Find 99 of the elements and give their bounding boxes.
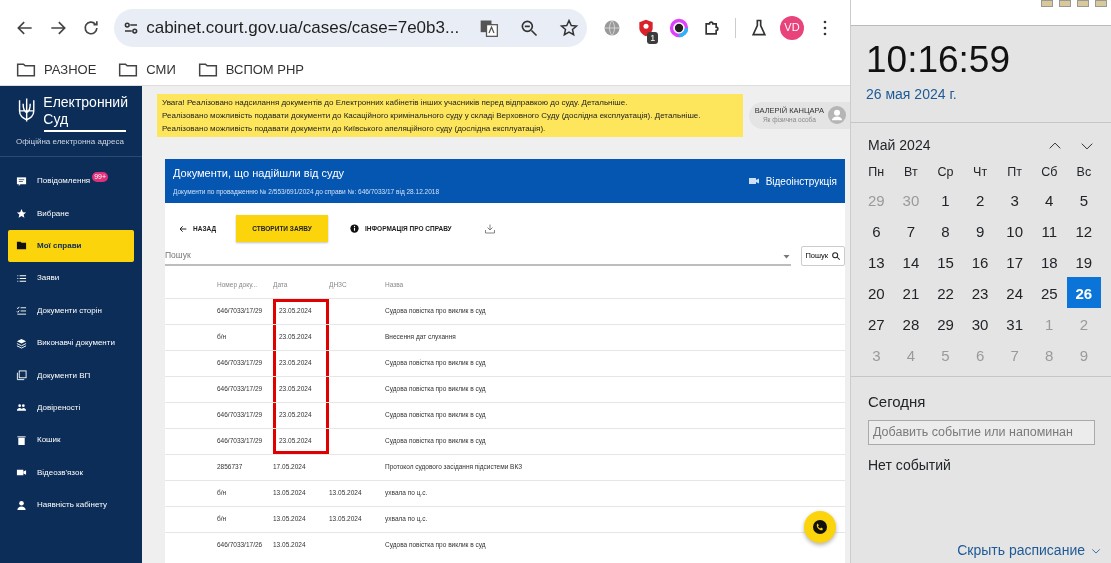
star-icon: [16, 208, 27, 220]
calendar-day[interactable]: 16: [962, 246, 998, 277]
download-button[interactable]: [483, 222, 496, 235]
calendar-day[interactable]: 1: [928, 184, 963, 215]
calendar-day[interactable]: 12: [1066, 215, 1102, 246]
weekday-label: Вс: [1075, 164, 1093, 181]
calendar-day[interactable]: 7: [893, 215, 929, 246]
star-icon: [559, 17, 580, 38]
clock-time: 10:16:59: [865, 38, 1012, 80]
url-text: cabinet.court.gov.ua/cases/case=7e0b3...: [146, 16, 460, 39]
calendar-day[interactable]: 5: [1066, 184, 1102, 215]
folder-icon: [16, 240, 27, 252]
sidebar-item[interactable]: Заяви: [8, 262, 134, 295]
sidebar-item[interactable]: Довіреності: [8, 391, 134, 425]
bookmark-folder[interactable]: ВСПОМ PHP: [197, 60, 305, 80]
notice-text: Увага! Реалізовано надсилання документів до Електронних кабінетів інших учасників перед відправкою до суду. Детальніше.: [162, 97, 629, 109]
sidebar-item[interactable]: Виконавчі документи: [8, 326, 134, 360]
calendar-day[interactable]: 26: [1066, 277, 1102, 308]
copy-icon: [16, 370, 27, 382]
weekday-label: Сб: [1040, 164, 1059, 181]
calendar-day[interactable]: 13: [859, 246, 894, 277]
weekday-label: Вт: [903, 164, 919, 181]
person-icon: [16, 499, 27, 511]
calendar-day[interactable]: 17: [997, 246, 1032, 277]
details-link[interactable]: Детальніше.: [581, 98, 628, 107]
profile-avatar: VD: [779, 15, 804, 40]
calendar-day[interactable]: 30: [962, 308, 998, 339]
calendar-day[interactable]: 6: [859, 215, 894, 246]
sidebar-item[interactable]: Мої справи: [8, 229, 134, 263]
sidebar-item[interactable]: Вибране: [8, 197, 134, 230]
folder-icon: [197, 60, 218, 80]
calendar-day[interactable]: 10: [997, 215, 1032, 246]
message-icon: [16, 175, 27, 187]
weekday-label: Пн: [867, 164, 886, 181]
folder-icon: [16, 60, 36, 80]
calendar-day[interactable]: 28: [893, 308, 929, 339]
calendar-day[interactable]: 22: [928, 277, 963, 308]
layers-icon: [16, 337, 27, 349]
call-button[interactable]: [804, 511, 836, 543]
sidebar-item[interactable]: Наявність кабінету: [8, 488, 134, 522]
notice-text: Реалізовано можливість подавати документи до Київського апеляційного суду (дослідна експлуатація).: [162, 123, 547, 135]
calendar-day[interactable]: 23: [962, 277, 998, 308]
people-icon: [16, 402, 27, 414]
month-label[interactable]: Май 2024: [868, 135, 931, 156]
calendar-day[interactable]: 2: [962, 184, 998, 215]
calendar-day[interactable]: 25: [1031, 277, 1067, 308]
calendar-day[interactable]: 19: [1066, 246, 1102, 277]
list-icon: [16, 272, 27, 284]
trash-icon: [16, 434, 27, 446]
bookmark-folder[interactable]: РАЗНОЕ: [16, 60, 97, 80]
calendar-day[interactable]: 20: [859, 277, 894, 308]
calendar-day[interactable]: 4: [1031, 184, 1067, 215]
sidebar-item[interactable]: Документи ВП: [8, 359, 134, 392]
globe-icon: [602, 17, 623, 38]
info-icon: [350, 224, 360, 233]
extension-button[interactable]: 1: [628, 9, 663, 46]
details-link[interactable]: Детальніше.: [654, 111, 701, 120]
card-title: Документи, що надійшли від суду: [173, 166, 346, 182]
sidebar-item[interactable]: Кошик: [8, 424, 134, 457]
download-icon: [483, 222, 496, 235]
calendar-day[interactable]: 24: [997, 277, 1032, 308]
profile-button[interactable]: VD: [775, 9, 809, 46]
calendar-day[interactable]: 21: [893, 277, 929, 308]
logo-title: Електронний Суд: [43, 94, 128, 128]
calendar-day[interactable]: 8: [928, 215, 963, 246]
calendar-day[interactable]: 27: [859, 308, 894, 339]
menu-icon: [823, 19, 828, 36]
calendar-day[interactable]: 29: [928, 308, 963, 339]
hide-schedule-link[interactable]: Скрыть расписание: [957, 540, 1103, 561]
folder-icon: [118, 60, 139, 80]
back-arrow-icon: [179, 224, 187, 233]
sidebar-item[interactable]: Документи сторін: [8, 294, 134, 327]
calendar-day[interactable]: 15: [928, 246, 963, 277]
user-avatar-icon: [828, 106, 846, 125]
video-camera-icon: [747, 175, 760, 187]
today-heading: Сегодня: [851, 376, 1111, 414]
bookmark-folder[interactable]: СМИ: [118, 60, 176, 80]
search-field[interactable]: Пошук: [165, 249, 783, 264]
sidebar-item[interactable]: Відеозв'язок: [8, 456, 134, 489]
calendar-day[interactable]: 3: [997, 184, 1032, 215]
clock-date[interactable]: 26 мая 2024 г.: [851, 80, 1111, 123]
calendar-day[interactable]: 14: [893, 246, 929, 277]
calendar-day[interactable]: 18: [1031, 246, 1067, 277]
weekday-label: Чт: [972, 164, 989, 181]
notice-text: Реалізовано можливість подавати документи до Касаційного кримінального суду у складі Верховного Суду (дослідна експлуатація). Детальніше.: [162, 110, 702, 122]
video-instruction-link[interactable]: Відеоінструкція: [747, 173, 837, 189]
calendar-day[interactable]: 9: [962, 215, 998, 246]
no-events-text: Нет событий: [867, 455, 952, 475]
calendar-day[interactable]: 31: [997, 308, 1032, 339]
event-input[interactable]: Добавить событие или напоминан: [868, 419, 1095, 445]
checklist-icon: [16, 305, 27, 317]
extension-badge: 1: [647, 31, 659, 44]
address-bar[interactable]: cabinet.court.gov.ua/cases/case=7e0b3...: [114, 8, 588, 47]
weekday-label: Ср: [936, 164, 955, 181]
weekday-label: Пт: [1006, 164, 1024, 181]
search-icon: [831, 251, 841, 261]
color-ring-icon: [668, 17, 689, 38]
phone-icon: [813, 520, 827, 534]
calendar-day[interactable]: 11: [1031, 215, 1067, 246]
